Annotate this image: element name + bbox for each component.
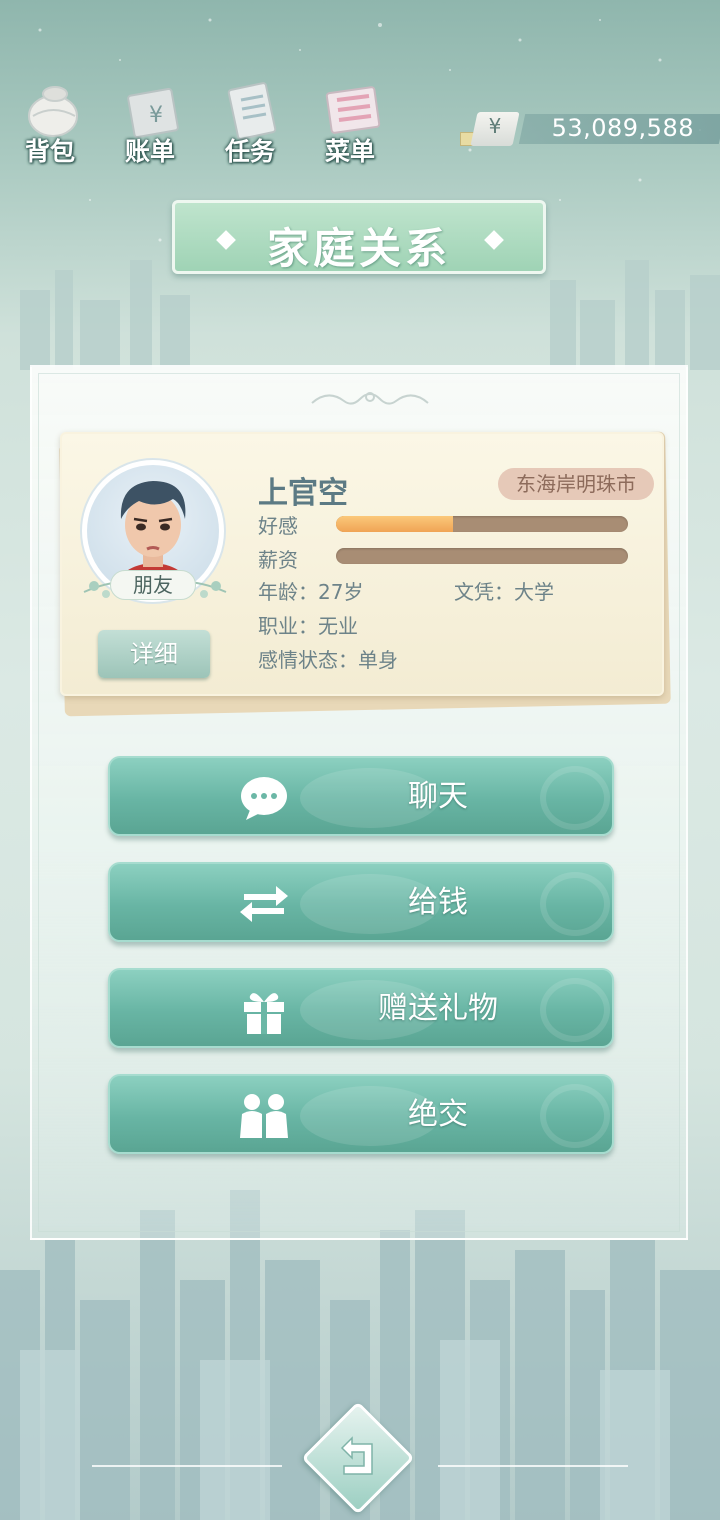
age-text: 年龄：27岁 <box>258 580 364 604</box>
money-amount: 53,089,588 <box>551 114 694 142</box>
give-money-button[interactable]: 给钱 <box>108 862 614 942</box>
relationship-status-text: 感情状态：单身 <box>258 648 398 672</box>
toolbar-bag-button[interactable]: 背包 <box>5 70 95 170</box>
currency-symbol: ¥ <box>488 114 502 138</box>
toolbar-bill-button[interactable]: ¥ 账单 <box>105 70 195 170</box>
break-friendship-icon <box>240 1094 288 1138</box>
break-off-label: 绝交 <box>408 1097 468 1132</box>
relation-tag: 朋友 <box>110 570 196 600</box>
break-off-button[interactable]: 绝交 <box>108 1074 614 1154</box>
money-display: ¥ 53,089,588 <box>460 112 720 148</box>
salary-label: 薪资 <box>258 548 298 572</box>
favor-bar <box>336 516 628 532</box>
transfer-money-icon <box>240 886 288 922</box>
salary-bar <box>336 548 628 564</box>
toolbar-menu-button[interactable]: 菜单 <box>305 70 395 170</box>
location-badge: 东海岸明珠市 <box>498 468 654 500</box>
toolbar-task-label: 任务 <box>224 137 275 166</box>
chat-icon <box>241 777 287 820</box>
profile-card: 朋友 详细 上官空 东海岸明珠市 好感 薪资 年龄：27岁 文凭：大学 职业：无… <box>60 432 664 696</box>
toolbar-bag-label: 背包 <box>24 137 75 166</box>
svg-text:¥: ¥ <box>149 103 163 128</box>
divider-line-right <box>438 1465 628 1467</box>
divider-line-left <box>92 1465 282 1467</box>
education-text: 文凭：大学 <box>454 580 554 604</box>
page-title-banner: 家庭关系 <box>172 200 546 274</box>
toolbar-bill-label: 账单 <box>124 137 175 166</box>
ornament-icon <box>311 392 429 405</box>
top-toolbar: 背包 ¥ 账单 任务 菜单 <box>0 70 460 180</box>
detail-button[interactable]: 详细 <box>98 630 210 678</box>
send-gift-label: 赠送礼物 <box>378 991 498 1026</box>
chat-button[interactable]: 聊天 <box>108 756 614 836</box>
page-title: 家庭关系 <box>266 224 451 273</box>
favor-bar-fill <box>336 516 453 532</box>
send-gift-button[interactable]: 赠送礼物 <box>108 968 614 1048</box>
toolbar-menu-label: 菜单 <box>324 137 375 166</box>
job-text: 职业：无业 <box>258 614 358 638</box>
gift-icon <box>244 993 284 1034</box>
favor-label: 好感 <box>258 514 298 538</box>
character-name: 上官空 <box>258 476 348 511</box>
give-money-label: 给钱 <box>408 885 468 920</box>
back-arrow-icon[interactable] <box>332 1432 384 1484</box>
toolbar-task-button[interactable]: 任务 <box>205 70 295 170</box>
chat-label: 聊天 <box>408 779 468 814</box>
